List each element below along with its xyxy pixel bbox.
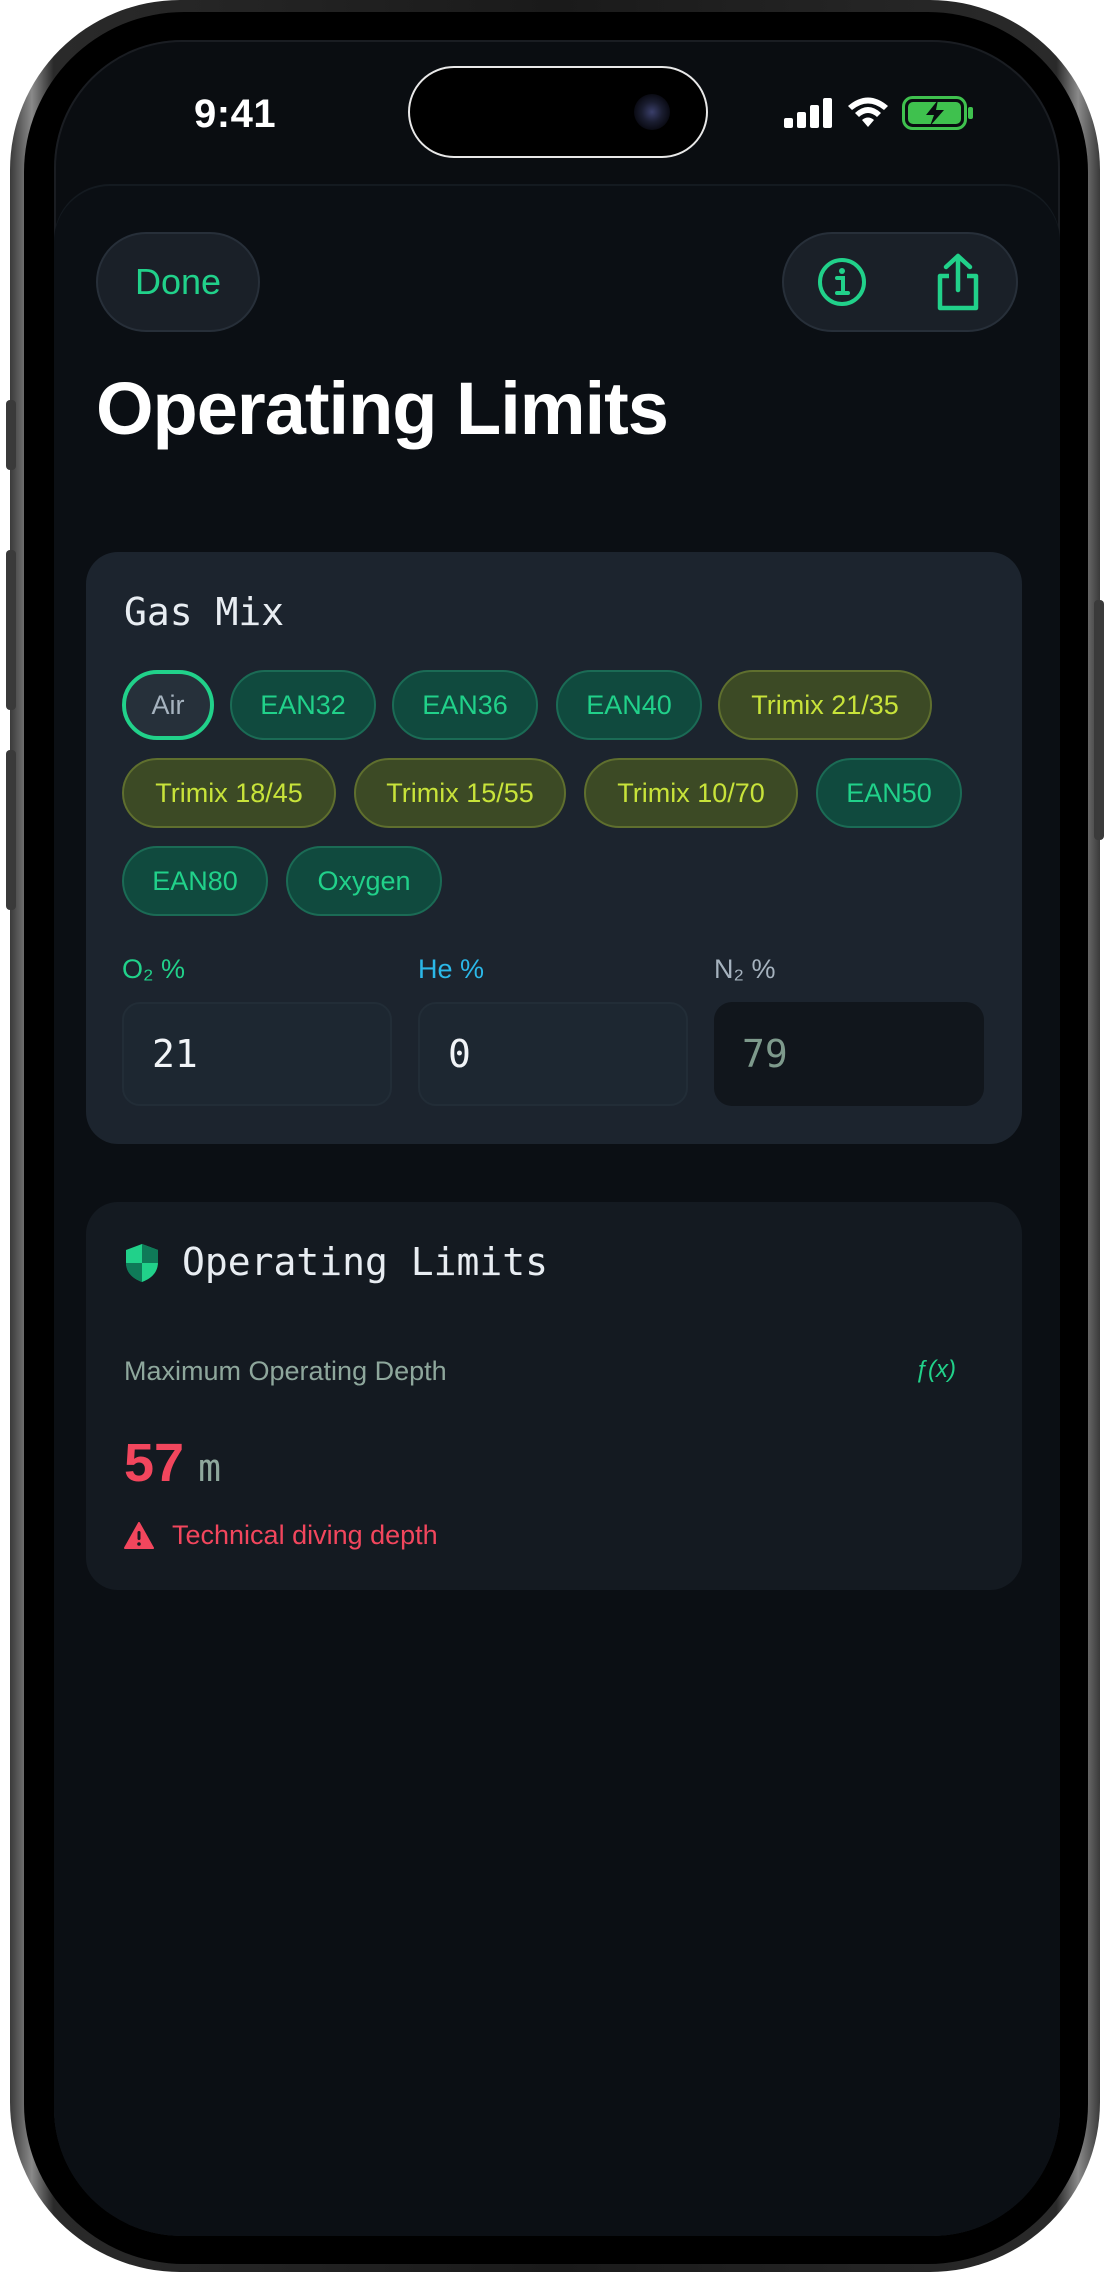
depth-warning: Technical diving depth	[124, 1520, 438, 1551]
mod-number: 57	[124, 1433, 185, 1493]
n2-value: 79	[714, 1002, 984, 1106]
share-button[interactable]	[900, 234, 1016, 330]
preset-chip-ean36[interactable]: EAN36	[392, 670, 538, 740]
mod-value: 57 m	[124, 1432, 221, 1494]
formula-button[interactable]: ƒ(x)	[915, 1356, 956, 1384]
n2-label: N₂ %	[714, 954, 776, 984]
preset-chip-trimix-21-35[interactable]: Trimix 21/35	[718, 670, 932, 740]
info-icon	[818, 258, 866, 306]
mod-label: Maximum Operating Depth	[124, 1356, 447, 1386]
operating-limits-card: Operating Limits Maximum Operating Depth…	[86, 1202, 1022, 1590]
gas-mix-card: Gas Mix Air EAN32 EAN36 EAN40 Trimix 21/…	[86, 552, 1022, 1144]
signal-icon	[784, 98, 832, 128]
action-button	[6, 400, 16, 470]
preset-chip-ean32[interactable]: EAN32	[230, 670, 376, 740]
he-label: He %	[418, 954, 485, 984]
volume-up-button	[6, 550, 16, 710]
he-input[interactable]: 0	[418, 1002, 688, 1106]
preset-chip-air[interactable]: Air	[122, 670, 214, 740]
operating-limits-heading: Operating Limits	[182, 1240, 549, 1284]
wifi-icon	[848, 97, 888, 127]
preset-chip-trimix-15-55[interactable]: Trimix 15/55	[354, 758, 566, 828]
header-actions	[782, 232, 1018, 332]
mod-unit: m	[198, 1446, 221, 1490]
preset-chip-ean50[interactable]: EAN50	[816, 758, 962, 828]
power-button	[1094, 600, 1104, 840]
screen: 9:41 Done Operating Limits Gas Mix Air E…	[54, 40, 1060, 2236]
dynamic-island	[408, 66, 708, 158]
operating-limits-sheet: Done Operating Limits Gas Mix Air EAN32 …	[54, 186, 1060, 2236]
shield-icon	[126, 1244, 158, 1282]
camera-icon	[634, 94, 670, 130]
volume-down-button	[6, 750, 16, 910]
status-icons	[784, 96, 974, 130]
warning-icon	[124, 1521, 154, 1549]
o2-label: O₂ %	[122, 954, 185, 984]
warning-text: Technical diving depth	[172, 1520, 438, 1550]
gas-mix-heading: Gas Mix	[124, 590, 285, 634]
preset-chip-oxygen[interactable]: Oxygen	[286, 846, 442, 916]
preset-chip-trimix-18-45[interactable]: Trimix 18/45	[122, 758, 336, 828]
o2-input[interactable]: 21	[122, 1002, 392, 1106]
preset-chip-ean80[interactable]: EAN80	[122, 846, 268, 916]
preset-chip-trimix-10-70[interactable]: Trimix 10/70	[584, 758, 798, 828]
battery-icon	[902, 96, 973, 130]
info-button[interactable]	[784, 234, 900, 330]
page-title: Operating Limits	[96, 367, 669, 450]
share-icon	[937, 253, 979, 311]
status-time: 9:41	[194, 92, 277, 136]
done-button[interactable]: Done	[96, 232, 260, 332]
preset-chip-ean40[interactable]: EAN40	[556, 670, 702, 740]
